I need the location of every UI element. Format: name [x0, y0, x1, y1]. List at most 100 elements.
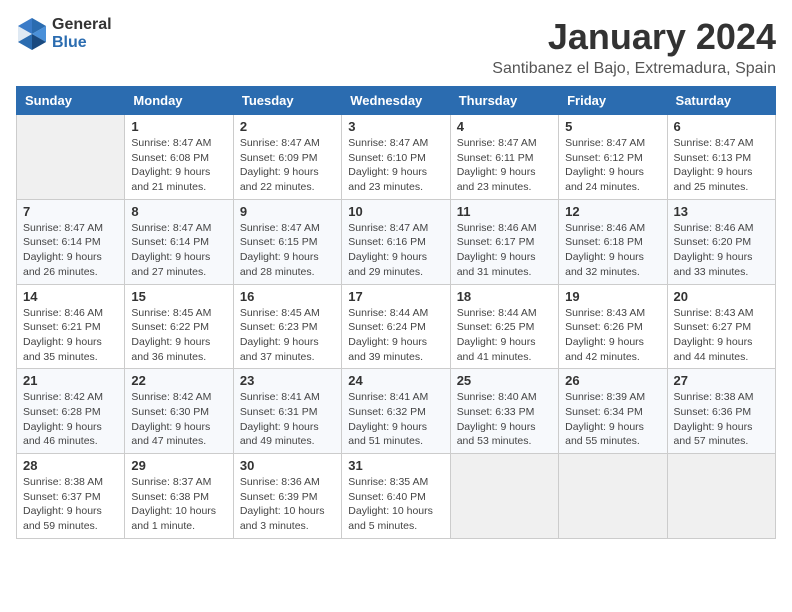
day-number: 29 — [131, 458, 226, 473]
day-number: 5 — [565, 119, 660, 134]
day-info-line: Sunset: 6:30 PM — [131, 406, 209, 418]
day-info-line: Daylight: 9 hours — [348, 251, 427, 263]
day-number: 12 — [565, 204, 660, 219]
day-info: Sunrise: 8:42 AMSunset: 6:28 PMDaylight:… — [23, 390, 118, 449]
day-info-line: Sunrise: 8:36 AM — [240, 476, 320, 488]
day-info: Sunrise: 8:46 AMSunset: 6:20 PMDaylight:… — [674, 221, 769, 280]
day-number: 27 — [674, 373, 769, 388]
calendar-week-row: 21Sunrise: 8:42 AMSunset: 6:28 PMDayligh… — [17, 369, 776, 454]
day-number: 20 — [674, 289, 769, 304]
day-info-line: Sunrise: 8:45 AM — [240, 307, 320, 319]
calendar-cell: 30Sunrise: 8:36 AMSunset: 6:39 PMDayligh… — [233, 454, 341, 539]
day-info-line: Daylight: 10 hours — [131, 505, 216, 517]
day-info-line: and 5 minutes. — [348, 520, 417, 532]
day-info-line: and 46 minutes. — [23, 435, 98, 447]
calendar-cell: 13Sunrise: 8:46 AMSunset: 6:20 PMDayligh… — [667, 199, 775, 284]
day-info-line: Sunrise: 8:35 AM — [348, 476, 428, 488]
day-info-line: and 31 minutes. — [457, 266, 532, 278]
weekday-header-sunday: Sunday — [17, 87, 125, 115]
calendar-cell: 9Sunrise: 8:47 AMSunset: 6:15 PMDaylight… — [233, 199, 341, 284]
calendar-cell: 1 Sunrise: 8:47 AM Sunset: 6:08 PM Daylight… — [125, 115, 233, 200]
calendar-cell: 12Sunrise: 8:46 AMSunset: 6:18 PMDayligh… — [559, 199, 667, 284]
day-info-line: Sunrise: 8:47 AM — [457, 137, 537, 149]
day-info-line: Sunset: 6:14 PM — [23, 236, 101, 248]
day-info-line: Sunset: 6:22 PM — [131, 321, 209, 333]
day-info: Sunrise: 8:47 AMSunset: 6:14 PMDaylight:… — [131, 221, 226, 280]
day-info: Sunrise: 8:37 AMSunset: 6:38 PMDaylight:… — [131, 475, 226, 534]
calendar-cell: 4Sunrise: 8:47 AMSunset: 6:11 PMDaylight… — [450, 115, 558, 200]
day-info-line: Daylight: 9 hours — [240, 166, 319, 178]
day-info-line: Sunset: 6:37 PM — [23, 491, 101, 503]
day-info-line: Sunrise: 8:39 AM — [565, 391, 645, 403]
calendar-cell: 21Sunrise: 8:42 AMSunset: 6:28 PMDayligh… — [17, 369, 125, 454]
day-info: Sunrise: 8:47 AM Sunset: 6:13 PM Daylight:… — [674, 136, 769, 195]
day-info-line: Sunset: 6:08 PM — [131, 152, 209, 164]
day-number: 14 — [23, 289, 118, 304]
day-info-line: Daylight: 9 hours — [348, 336, 427, 348]
day-info-line: Sunrise: 8:47 AM — [674, 137, 754, 149]
day-info: Sunrise: 8:47 AMSunset: 6:16 PMDaylight:… — [348, 221, 443, 280]
day-number: 19 — [565, 289, 660, 304]
day-number: 10 — [348, 204, 443, 219]
day-info-line: Sunrise: 8:43 AM — [565, 307, 645, 319]
day-info-line: Daylight: 9 hours — [457, 421, 536, 433]
calendar-week-row: 28Sunrise: 8:38 AMSunset: 6:37 PMDayligh… — [17, 454, 776, 539]
day-info-line: Sunrise: 8:38 AM — [23, 476, 103, 488]
logo-general: General — [52, 16, 112, 34]
day-info: Sunrise: 8:47 AMSunset: 6:14 PMDaylight:… — [23, 221, 118, 280]
day-info-line: Daylight: 9 hours — [23, 505, 102, 517]
day-info-line: Daylight: 10 hours — [240, 505, 325, 517]
day-info-line: Sunset: 6:24 PM — [348, 321, 426, 333]
day-number: 23 — [240, 373, 335, 388]
day-info-line: Daylight: 9 hours — [565, 166, 644, 178]
day-info: Sunrise: 8:35 AMSunset: 6:40 PMDaylight:… — [348, 475, 443, 534]
day-number: 7 — [23, 204, 118, 219]
day-info-line: and 25 minutes. — [674, 181, 749, 193]
day-number: 31 — [348, 458, 443, 473]
day-info: Sunrise: 8:42 AMSunset: 6:30 PMDaylight:… — [131, 390, 226, 449]
calendar-table: SundayMondayTuesdayWednesdayThursdayFrid… — [16, 86, 776, 539]
day-number: 6 — [674, 119, 769, 134]
day-info-line: Daylight: 9 hours — [131, 251, 210, 263]
day-info-line: Sunrise: 8:47 AM — [23, 222, 103, 234]
day-info-line: Sunset: 6:18 PM — [565, 236, 643, 248]
calendar-cell: 14Sunrise: 8:46 AMSunset: 6:21 PMDayligh… — [17, 284, 125, 369]
day-info-line: Sunrise: 8:43 AM — [674, 307, 754, 319]
logo: General Blue — [16, 16, 112, 52]
day-info-line: and 3 minutes. — [240, 520, 309, 532]
calendar-cell: 6 Sunrise: 8:47 AM Sunset: 6:13 PM Daylight… — [667, 115, 775, 200]
day-info-line: Sunrise: 8:45 AM — [131, 307, 211, 319]
day-info-line: and 51 minutes. — [348, 435, 423, 447]
day-info-line: and 22 minutes. — [240, 181, 315, 193]
title-area: January 2024 Santibanez el Bajo, Extrema… — [492, 16, 776, 78]
calendar-cell: 29 Sunrise: 8:37 AMSunset: 6:38 PMDayligh… — [125, 454, 233, 539]
day-info-line: Sunrise: 8:44 AM — [348, 307, 428, 319]
calendar-cell: 23 Sunrise: 8:41 AMSunset: 6:31 PMDayligh… — [233, 369, 341, 454]
day-info-line: Daylight: 9 hours — [23, 336, 102, 348]
day-info: Sunrise: 8:41 AMSunset: 6:32 PMDaylight:… — [348, 390, 443, 449]
day-info: Sunrise: 8:45 AMSunset: 6:22 PMDaylight:… — [131, 306, 226, 365]
day-info-line: Daylight: 9 hours — [674, 166, 753, 178]
day-number: 3 — [348, 119, 443, 134]
day-number: 17 — [348, 289, 443, 304]
calendar-cell: 31 Sunrise: 8:35 AMSunset: 6:40 PMDayligh… — [342, 454, 450, 539]
calendar-week-row: 1 Sunrise: 8:47 AM Sunset: 6:08 PM Daylight… — [17, 115, 776, 200]
day-info-line: and 39 minutes. — [348, 351, 423, 363]
calendar-cell: 19Sunrise: 8:43 AMSunset: 6:26 PMDayligh… — [559, 284, 667, 369]
day-info-line: Sunset: 6:27 PM — [674, 321, 752, 333]
day-number: 1 — [131, 119, 226, 134]
day-info-line: Sunset: 6:13 PM — [674, 152, 752, 164]
day-info-line: Sunset: 6:12 PM — [565, 152, 643, 164]
day-number: 15 — [131, 289, 226, 304]
day-info-line: Daylight: 9 hours — [131, 166, 210, 178]
day-info: Sunrise: 8:38 AM Sunset: 6:37 PM Daylight:… — [23, 475, 118, 534]
day-info: Sunrise: 8:43 AMSunset: 6:27 PMDaylight:… — [674, 306, 769, 365]
day-info-line: Daylight: 9 hours — [23, 421, 102, 433]
day-info: Sunrise: 8:41 AMSunset: 6:31 PMDaylight:… — [240, 390, 335, 449]
day-info-line: Sunrise: 8:47 AM — [348, 137, 428, 149]
calendar-header: SundayMondayTuesdayWednesdayThursdayFrid… — [17, 87, 776, 115]
calendar-week-row: 7Sunrise: 8:47 AMSunset: 6:14 PMDaylight… — [17, 199, 776, 284]
day-info-line: Sunrise: 8:47 AM — [131, 137, 211, 149]
day-number: 8 — [131, 204, 226, 219]
calendar-cell: 15Sunrise: 8:45 AMSunset: 6:22 PMDayligh… — [125, 284, 233, 369]
